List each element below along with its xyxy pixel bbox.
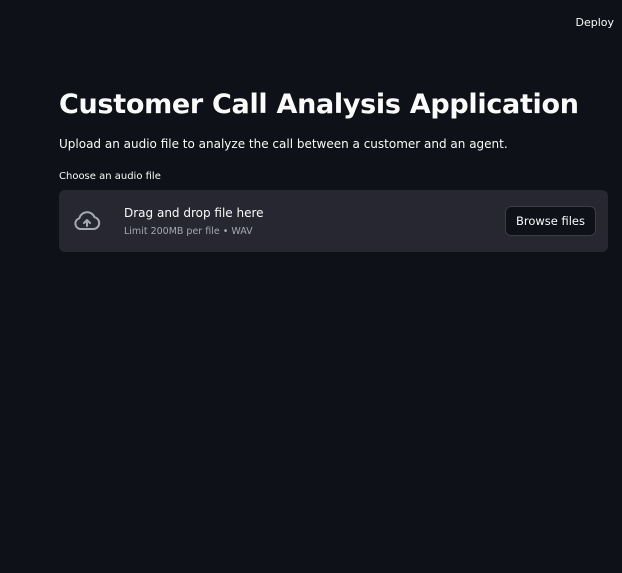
uploader-label: Choose an audio file [59, 171, 161, 182]
browse-files-button[interactable]: Browse files [504, 206, 596, 236]
page-title: Customer Call Analysis Application [59, 89, 579, 120]
dropzone-text: Drag and drop file here Limit 200MB per … [124, 205, 505, 238]
deploy-button[interactable]: Deploy [575, 16, 614, 29]
dropzone-instruction: Drag and drop file here [124, 205, 264, 220]
dropzone-limit: Limit 200MB per file • WAV [124, 225, 253, 237]
file-dropzone[interactable]: Drag and drop file here Limit 200MB per … [59, 190, 608, 252]
cloud-upload-icon [71, 205, 103, 237]
page-subtitle: Upload an audio file to analyze the call… [59, 137, 508, 151]
main-content: Customer Call Analysis Application Uploa… [59, 86, 608, 252]
